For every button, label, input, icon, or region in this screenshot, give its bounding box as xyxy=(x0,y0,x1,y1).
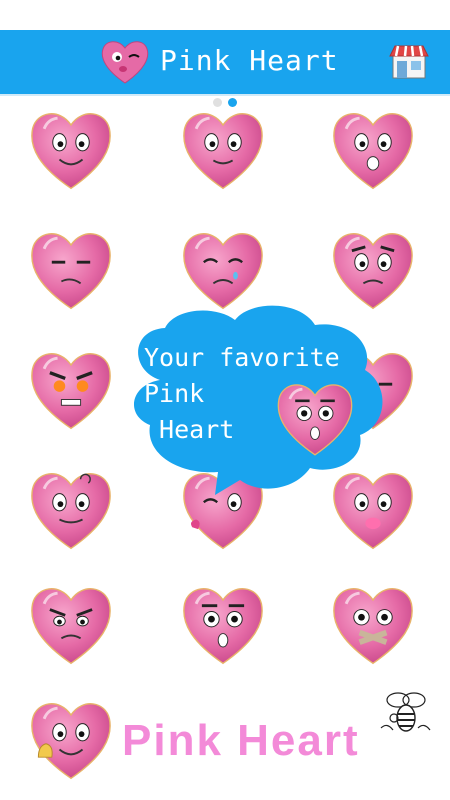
kissing-heart-logo-icon xyxy=(98,36,152,86)
taped-mouth-heart-sticker[interactable] xyxy=(325,575,421,671)
app-title: Pink Heart xyxy=(160,44,339,77)
happy-heart-sticker[interactable] xyxy=(23,100,119,196)
app-header: Pink Heart xyxy=(0,30,450,96)
grumpy-heart-sticker[interactable] xyxy=(23,575,119,671)
bee-icon xyxy=(376,688,434,740)
angry-heart-sticker[interactable] xyxy=(23,340,119,436)
blushing-heart-sticker[interactable] xyxy=(175,100,271,196)
store-button[interactable] xyxy=(388,42,430,82)
shocked-heart-sticker[interactable] xyxy=(325,100,421,196)
speech-bubble: Your favorite Pink Heart xyxy=(120,300,395,500)
footer-title: Pink Heart xyxy=(122,716,360,765)
surprised-heart-sticker[interactable] xyxy=(175,575,271,671)
dizzy-heart-sticker[interactable] xyxy=(23,460,119,556)
shocked-heart-icon xyxy=(270,372,360,462)
bored-heart-sticker[interactable] xyxy=(23,220,119,316)
store-icon xyxy=(389,45,429,79)
waving-heart-sticker[interactable] xyxy=(23,690,119,786)
status-bar xyxy=(0,0,450,30)
